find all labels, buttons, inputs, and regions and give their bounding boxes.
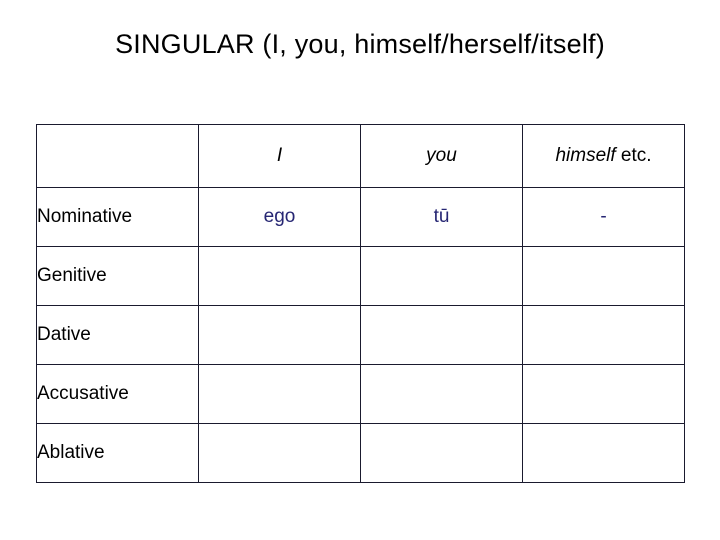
column-header-third-person-suffix: etc. <box>615 145 652 166</box>
table-row: Genitive <box>36 246 685 306</box>
table-row: Ablative <box>36 423 685 483</box>
case-label-ablative: Ablative <box>36 423 199 483</box>
slide: SINGULAR (I, you, himself/herself/itself… <box>0 0 720 540</box>
form-accusative-third <box>522 364 685 424</box>
form-nominative-second: tū <box>360 187 523 247</box>
column-header-third-person-italic: himself <box>555 145 616 166</box>
declension-table: I you himself etc. Nominative ego tū - G… <box>36 124 685 483</box>
form-genitive-first <box>198 246 361 306</box>
case-label-accusative: Accusative <box>36 364 199 424</box>
column-header-second-person: you <box>360 124 523 188</box>
table-row: Dative <box>36 305 685 365</box>
form-ablative-third <box>522 423 685 483</box>
case-label-dative: Dative <box>36 305 199 365</box>
form-accusative-first <box>198 364 361 424</box>
case-label-genitive: Genitive <box>36 246 199 306</box>
form-dative-second <box>360 305 523 365</box>
table-row: Nominative ego tū - <box>36 187 685 247</box>
table-row: Accusative <box>36 364 685 424</box>
form-dative-first <box>198 305 361 365</box>
form-accusative-second <box>360 364 523 424</box>
form-nominative-first: ego <box>198 187 361 247</box>
table-header-row: I you himself etc. <box>36 124 685 188</box>
form-nominative-third: - <box>522 187 685 247</box>
form-dative-third <box>522 305 685 365</box>
form-ablative-second <box>360 423 523 483</box>
form-genitive-second <box>360 246 523 306</box>
column-header-first-person: I <box>198 124 361 188</box>
form-ablative-first <box>198 423 361 483</box>
form-genitive-third <box>522 246 685 306</box>
case-label-nominative: Nominative <box>36 187 199 247</box>
declension-table-container: I you himself etc. Nominative ego tū - G… <box>36 124 685 483</box>
column-header-third-person: himself etc. <box>522 124 685 188</box>
table-corner-cell <box>36 124 199 188</box>
page-title: SINGULAR (I, you, himself/herself/itself… <box>115 29 605 59</box>
